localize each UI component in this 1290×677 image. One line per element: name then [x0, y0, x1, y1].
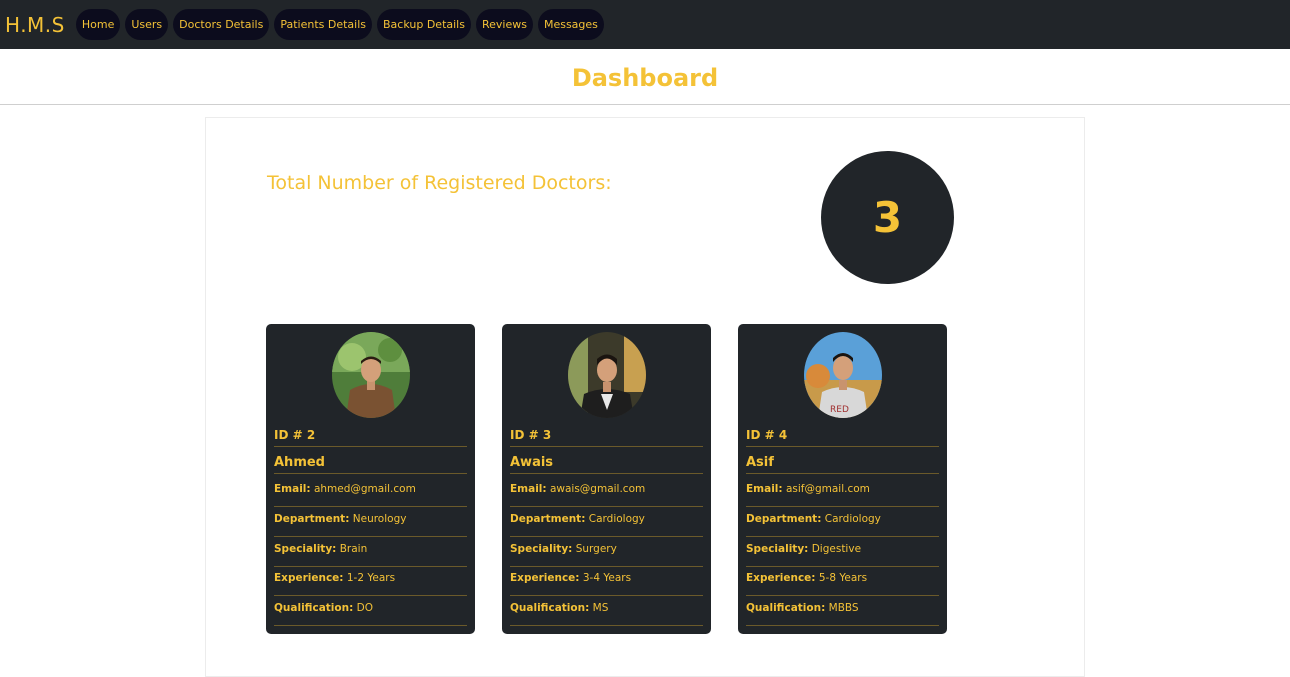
nav-links: Home Users Doctors Details Patients Deta…	[75, 9, 604, 40]
nav-patients-details-link[interactable]: Patients Details	[274, 9, 373, 40]
svg-text:RED: RED	[830, 405, 849, 415]
doctor-avatar: RED	[804, 332, 882, 418]
experience-label: Experience:	[746, 572, 816, 584]
speciality-label: Speciality:	[746, 543, 809, 555]
doctor-id: ID # 3	[510, 428, 703, 447]
experience-label: Experience:	[274, 572, 344, 584]
doctor-avatar	[568, 332, 646, 418]
email-label: Email:	[510, 483, 547, 495]
total-doctors-label: Total Number of Registered Doctors:	[267, 172, 612, 194]
doctor-card: ID # 3 Awais Email: awais@gmail.com Depa…	[502, 324, 711, 634]
doctor-email: asif@gmail.com	[785, 483, 870, 495]
doctor-speciality: Brain	[339, 543, 368, 555]
doctor-speciality-row: Speciality: Brain	[274, 537, 467, 567]
doctor-qualification-row: Qualification: DO	[274, 596, 467, 626]
nav-home-link[interactable]: Home	[75, 9, 121, 40]
doctor-email-row: Email: ahmed@gmail.com	[274, 477, 467, 507]
qualification-label: Qualification:	[274, 602, 354, 614]
doctor-department: Neurology	[352, 513, 407, 525]
email-label: Email:	[274, 483, 311, 495]
department-label: Department:	[746, 513, 822, 525]
doctor-avatar	[332, 332, 410, 418]
doctor-experience: 5-8 Years	[818, 572, 868, 584]
nav-doctors-details-link[interactable]: Doctors Details	[173, 9, 270, 40]
department-label: Department:	[510, 513, 586, 525]
doctor-speciality-row: Speciality: Digestive	[746, 537, 939, 567]
doctor-speciality: Digestive	[811, 543, 862, 555]
qualification-label: Qualification:	[746, 602, 826, 614]
speciality-label: Speciality:	[274, 543, 337, 555]
doctor-qualification: MS	[592, 602, 609, 614]
doctor-card: ID # 2 Ahmed Email: ahmed@gmail.com Depa…	[266, 324, 475, 634]
top-navbar: H.M.S Home Users Doctors Details Patient…	[0, 0, 1290, 49]
doctor-email-row: Email: awais@gmail.com	[510, 477, 703, 507]
doctor-experience: 3-4 Years	[582, 572, 632, 584]
doctor-qualification-row: Qualification: MS	[510, 596, 703, 626]
doctor-email: ahmed@gmail.com	[313, 483, 416, 495]
doctor-name: Asif	[746, 455, 939, 474]
doctor-experience-row: Experience: 1-2 Years	[274, 566, 467, 596]
doctor-id: ID # 4	[746, 428, 939, 447]
nav-backup-details-link[interactable]: Backup Details	[377, 9, 471, 40]
doctor-qualification: DO	[356, 602, 373, 614]
doctor-experience-row: Experience: 5-8 Years	[746, 566, 939, 596]
doctor-card: RED ID # 4 Asif Email: asif@gmail.com De…	[738, 324, 947, 634]
experience-label: Experience:	[510, 572, 580, 584]
doctor-name: Awais	[510, 455, 703, 474]
doctor-email: awais@gmail.com	[549, 483, 646, 495]
nav-users-link[interactable]: Users	[125, 9, 169, 40]
doctor-name: Ahmed	[274, 455, 467, 474]
email-label: Email:	[746, 483, 783, 495]
doctor-qualification: MBBS	[828, 602, 859, 614]
doctor-speciality-row: Speciality: Surgery	[510, 537, 703, 567]
title-divider	[0, 104, 1290, 105]
brand-logo[interactable]: H.M.S	[5, 13, 65, 37]
doctor-email-row: Email: asif@gmail.com	[746, 477, 939, 507]
doctor-qualification-row: Qualification: MBBS	[746, 596, 939, 626]
doctor-department-row: Department: Cardiology	[510, 507, 703, 537]
qualification-label: Qualification:	[510, 602, 590, 614]
doctor-id: ID # 2	[274, 428, 467, 447]
doctor-department: Cardiology	[824, 513, 881, 525]
doctor-department-row: Department: Neurology	[274, 507, 467, 537]
doctor-experience-row: Experience: 3-4 Years	[510, 566, 703, 596]
nav-messages-link[interactable]: Messages	[537, 9, 604, 40]
speciality-label: Speciality:	[510, 543, 573, 555]
doctor-experience: 1-2 Years	[346, 572, 396, 584]
department-label: Department:	[274, 513, 350, 525]
nav-reviews-link[interactable]: Reviews	[475, 9, 533, 40]
page-title: Dashboard	[571, 64, 719, 92]
doctor-department-row: Department: Cardiology	[746, 507, 939, 537]
doctor-speciality: Surgery	[575, 543, 617, 555]
total-doctors-count: 3	[821, 151, 954, 284]
doctor-department: Cardiology	[588, 513, 645, 525]
